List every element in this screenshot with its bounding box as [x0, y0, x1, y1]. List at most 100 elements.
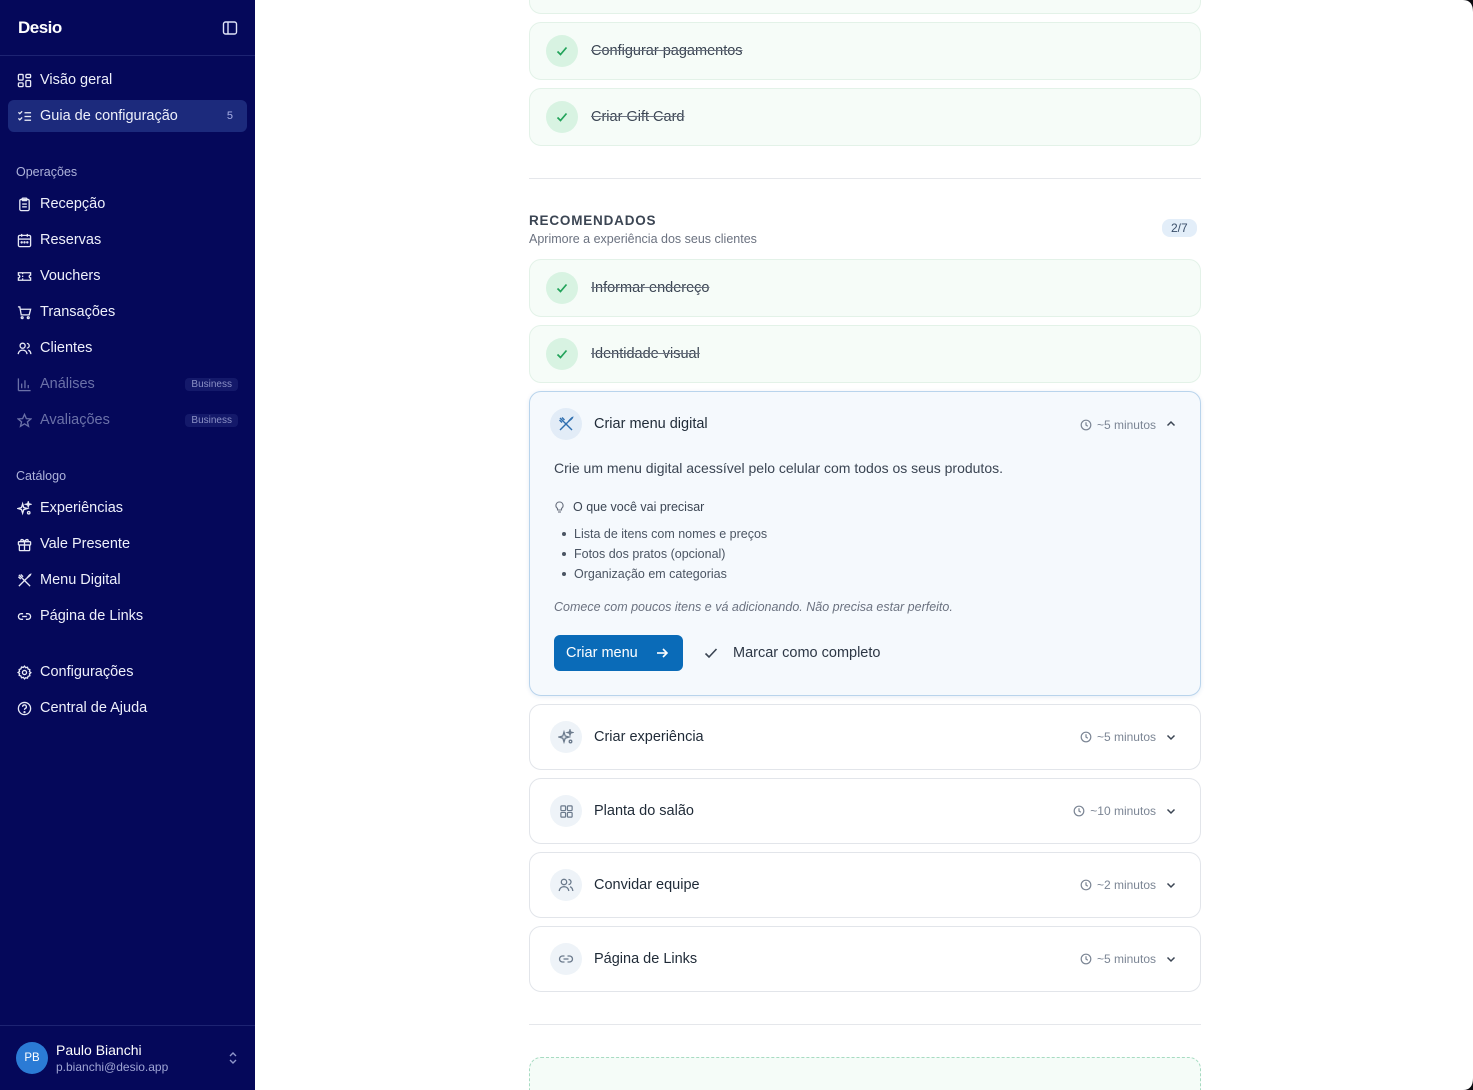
clock-icon	[1080, 419, 1092, 431]
sidebar-item-help-center[interactable]: Central de Ajuda	[8, 692, 247, 724]
sidebar-item-label: Menu Digital	[40, 572, 121, 588]
gift-icon	[16, 536, 32, 552]
task-title: Informar endereço	[591, 280, 710, 296]
sidebar-item-label: Reservas	[40, 232, 102, 248]
sidebar-item-label: Experiências	[40, 500, 124, 516]
chevron-down-icon[interactable]	[1164, 878, 1178, 892]
business-badge: Business	[185, 413, 238, 427]
gear-icon	[16, 664, 32, 680]
time-estimate: ~5 minutos	[1080, 418, 1156, 432]
lightbulb-icon	[555, 500, 564, 513]
pending-task-card[interactable]: Criar experiência ~5 minutos	[529, 704, 1201, 770]
link-icon	[550, 943, 582, 975]
sidebar-item-links-page[interactable]: Página de Links	[8, 600, 247, 632]
task-title: Convidar equipe	[594, 877, 700, 893]
tip-text: Comece com poucos itens e vá adicionando…	[554, 600, 953, 614]
check-icon	[704, 648, 718, 659]
expanded-task-header[interactable]: Criar menu digital	[550, 408, 708, 440]
sidebar-item-overview[interactable]: Visão geral	[8, 64, 247, 96]
pending-task-card[interactable]: Convidar equipe ~2 minutos	[529, 852, 1201, 918]
section-subtitle: Aprimore a experiência dos seus clientes	[529, 232, 757, 246]
expanded-task-card: Criar menu digital ~5 minutos Crie um me…	[529, 391, 1201, 696]
sidebar-item-reservations[interactable]: Reservas	[8, 224, 247, 256]
utensils-icon	[16, 572, 32, 588]
pending-task-card[interactable]: Planta do salão ~10 minutos	[529, 778, 1201, 844]
time-estimate-label: ~10 minutos	[1090, 804, 1156, 818]
setup-guide-count: 5	[226, 110, 233, 122]
task-title: Configurar pagamentos	[591, 43, 743, 59]
chevron-up-icon[interactable]	[1164, 417, 1178, 431]
list-item: Lista de itens com nomes e preços	[562, 524, 767, 544]
section-label-catalog: Catálogo	[16, 469, 67, 483]
create-menu-button-label: Criar menu	[566, 645, 638, 661]
clock-icon	[1080, 731, 1092, 743]
sparkles-icon	[550, 721, 582, 753]
requirements-list: Lista de itens com nomes e preços Fotos …	[562, 524, 767, 584]
clock-icon	[1080, 953, 1092, 965]
sidebar-item-label: Vouchers	[40, 268, 101, 284]
user-menu[interactable]: PB Paulo Bianchi p.bianchi@desio.app	[0, 1025, 255, 1090]
chevron-down-icon[interactable]	[1164, 730, 1178, 744]
ticket-icon	[16, 268, 32, 284]
sidebar-item-label: Configurações	[40, 664, 134, 680]
sidebar-item-label: Recepção	[40, 196, 106, 212]
clock-icon	[1073, 805, 1085, 817]
sidebar-item-vouchers[interactable]: Vouchers	[8, 260, 247, 292]
clock-icon	[1080, 879, 1092, 891]
task-title: Criar experiência	[594, 729, 704, 745]
chevron-down-icon[interactable]	[1164, 952, 1178, 966]
check-icon	[546, 35, 578, 67]
section-divider	[529, 1024, 1201, 1025]
time-estimate-label: ~5 minutos	[1096, 418, 1156, 432]
sidebar-item-clients[interactable]: Clientes	[8, 332, 247, 364]
time-estimate-label: ~5 minutos	[1096, 730, 1156, 744]
sidebar-item-experiences[interactable]: Experiências	[8, 492, 247, 524]
sidebar-item-gift-card[interactable]: Vale Presente	[8, 528, 247, 560]
sidebar-item-setup-guide[interactable]: Guia de configuração 5	[8, 100, 247, 132]
completed-task-card-partial[interactable]	[529, 0, 1201, 14]
time-estimate: ~2 minutos	[1080, 878, 1156, 892]
sidebar-item-label: Análises	[40, 376, 95, 392]
grid-icon	[550, 795, 582, 827]
sidebar-item-settings[interactable]: Configurações	[8, 656, 247, 688]
sidebar-item-label: Vale Presente	[40, 536, 131, 552]
sidebar-item-label: Clientes	[40, 340, 93, 356]
utensils-icon	[550, 408, 582, 440]
time-estimate: ~5 minutos	[1080, 730, 1156, 744]
chevrons-up-down-icon	[227, 1050, 239, 1071]
arrow-right-icon	[657, 648, 669, 658]
completed-task-card[interactable]: Informar endereço	[529, 259, 1201, 317]
mark-complete-button[interactable]: Marcar como completo	[703, 635, 880, 671]
completed-task-card[interactable]: Criar Gift Card	[529, 88, 1201, 146]
star-icon	[16, 412, 32, 428]
chevron-down-icon[interactable]	[1164, 804, 1178, 818]
sidebar-item-transactions[interactable]: Transações	[8, 296, 247, 328]
user-email: p.bianchi@desio.app	[56, 1060, 169, 1074]
sidebar-header: Desio	[0, 0, 255, 56]
sidebar-item-label: Guia de configuração	[40, 108, 178, 124]
task-title: Identidade visual	[591, 346, 700, 362]
requirements-heading-label: O que você vai precisar	[573, 500, 705, 514]
time-estimate-label: ~2 minutos	[1096, 878, 1156, 892]
help-circle-icon	[16, 700, 32, 716]
sidebar-item-label: Avaliações	[40, 412, 110, 428]
sidebar-item-digital-menu[interactable]: Menu Digital	[8, 564, 247, 596]
window-corner	[1463, 0, 1473, 1090]
cart-icon	[16, 304, 32, 320]
brand-logo[interactable]: Desio	[18, 18, 62, 38]
completed-task-card[interactable]: Configurar pagamentos	[529, 22, 1201, 80]
create-menu-button[interactable]: Criar menu	[554, 635, 683, 671]
task-description: Crie um menu digital acessível pelo celu…	[554, 460, 1003, 476]
pending-task-card[interactable]: Página de Links ~5 minutos	[529, 926, 1201, 992]
user-name: Paulo Bianchi	[56, 1042, 142, 1058]
sidebar-item-reviews[interactable]: Avaliações Business	[8, 404, 247, 436]
task-title: Criar menu digital	[594, 416, 708, 432]
calendar-icon	[16, 232, 32, 248]
completed-task-card[interactable]: Identidade visual	[529, 325, 1201, 383]
list-item: Organização em categorias	[562, 564, 767, 584]
list-item: Fotos dos pratos (opcional)	[562, 544, 767, 564]
sidebar-item-analytics[interactable]: Análises Business	[8, 368, 247, 400]
sidebar-item-reception[interactable]: Recepção	[8, 188, 247, 220]
time-estimate-label: ~5 minutos	[1096, 952, 1156, 966]
sidebar-toggle-icon[interactable]	[221, 19, 239, 37]
